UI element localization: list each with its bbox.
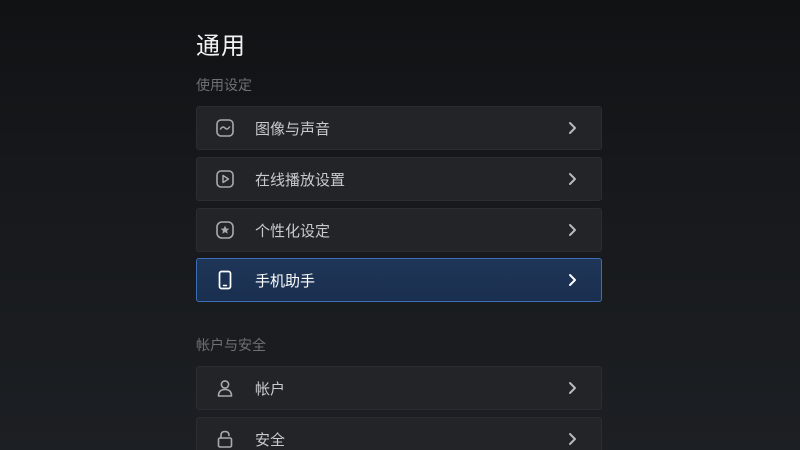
section-label-account-security: 帐户与安全 [196,338,266,354]
chevron-right-icon [567,273,579,287]
menu-item-phone-assistant[interactable]: 手机助手 [196,258,602,302]
chevron-right-icon [567,381,579,395]
lock-icon [215,429,235,449]
picture-sound-icon [215,118,235,138]
menu-item-online-playback[interactable]: 在线播放设置 [196,157,602,201]
menu-item-label: 图像与声音 [255,119,331,138]
chevron-right-icon [567,432,579,446]
menu-item-personalization[interactable]: 个性化设定 [196,208,602,252]
chevron-right-icon [567,223,579,237]
menu-item-label: 手机助手 [255,271,316,290]
menu-item-account[interactable]: 帐户 [196,366,602,410]
menu-item-security[interactable]: 安全 [196,417,602,450]
menu-item-label: 帐户 [255,379,286,398]
chevron-right-icon [567,172,579,186]
user-icon [215,378,235,398]
section-label-usage: 使用设定 [196,78,252,94]
phone-icon [215,270,235,290]
play-icon [215,169,235,189]
chevron-right-icon [567,121,579,135]
page-title: 通用 [196,32,246,60]
menu-item-label: 个性化设定 [255,221,331,240]
menu-item-label: 在线播放设置 [255,170,346,189]
menu-item-picture-sound[interactable]: 图像与声音 [196,106,602,150]
menu-item-label: 安全 [255,430,286,449]
star-icon [215,220,235,240]
